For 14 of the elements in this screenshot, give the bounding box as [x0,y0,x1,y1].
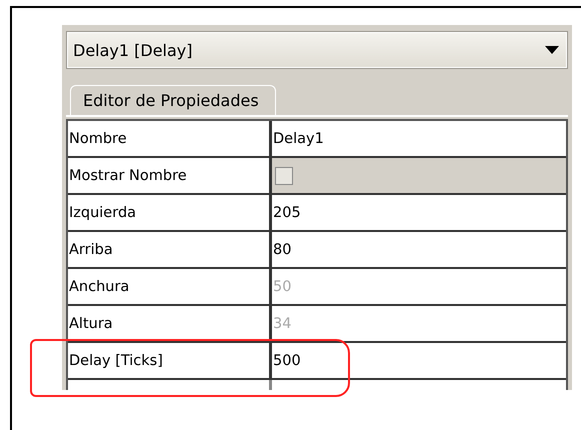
property-value[interactable]: 80 [272,232,566,267]
object-dropdown[interactable]: Delay1 [Delay] [66,31,568,69]
property-name: Izquierda [68,195,272,230]
property-name: Arriba [68,232,272,267]
checkbox[interactable] [275,166,293,184]
property-name: Delay [Ticks] [68,343,272,378]
property-value[interactable]: Delay1 [272,121,566,156]
property-name: Nombre [68,121,272,156]
property-name: Anchura [68,269,272,304]
caret-icon [545,46,559,54]
property-name: Altura [68,306,272,341]
property-value[interactable]: 500 [272,343,566,378]
tab[interactable]: Editor de Propiedades [70,85,276,115]
property-value[interactable]: 205 [272,195,566,230]
